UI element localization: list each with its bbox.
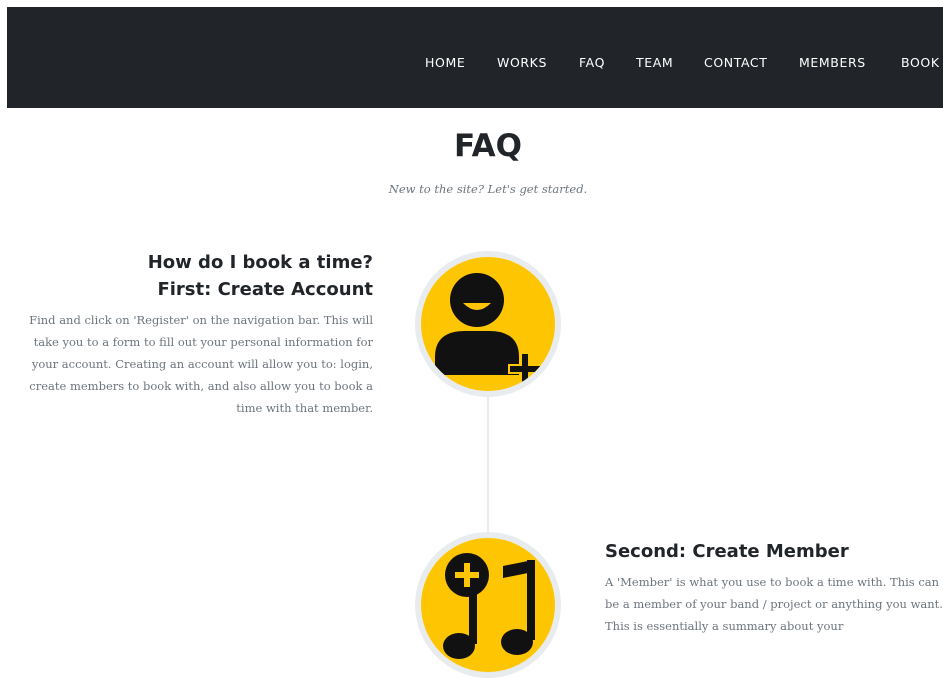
add-music-icon (443, 553, 535, 659)
timeline-step-1-text: How do I book a time? First: Create Acco… (20, 249, 373, 419)
add-user-icon (435, 273, 542, 386)
timeline-step-2-text: Second: Create Member A 'Member' is what… (605, 538, 943, 637)
navbar: HOME WORKS FAQ TEAM CONTACT MEMBERS BOOK (7, 7, 943, 108)
timeline-step-2-image (415, 532, 561, 678)
timeline-line (487, 392, 489, 542)
step-1-heading: First: Create Account (157, 279, 373, 300)
page-title: FAQ (454, 128, 522, 164)
nav-home-link[interactable]: HOME (425, 55, 465, 70)
step-1-question: How do I book a time? (147, 252, 373, 273)
step-2-heading: Second: Create Member (605, 541, 849, 562)
nav-faq-link[interactable]: FAQ (579, 55, 605, 70)
page-subtitle: New to the site? Let's get started. (388, 182, 588, 196)
nav-contact-link[interactable]: CONTACT (704, 55, 767, 70)
nav-book-link[interactable]: BOOK (901, 55, 940, 70)
step-1-body: Find and click on 'Register' on the navi… (29, 313, 373, 415)
top-strip (0, 0, 943, 7)
nav-works-link[interactable]: WORKS (497, 55, 547, 70)
timeline-step-1-image (415, 251, 561, 397)
nav-members-link[interactable]: MEMBERS (799, 55, 866, 70)
nav-team-link[interactable]: TEAM (636, 55, 673, 70)
step-2-body: A 'Member' is what you use to book a tim… (605, 575, 943, 633)
